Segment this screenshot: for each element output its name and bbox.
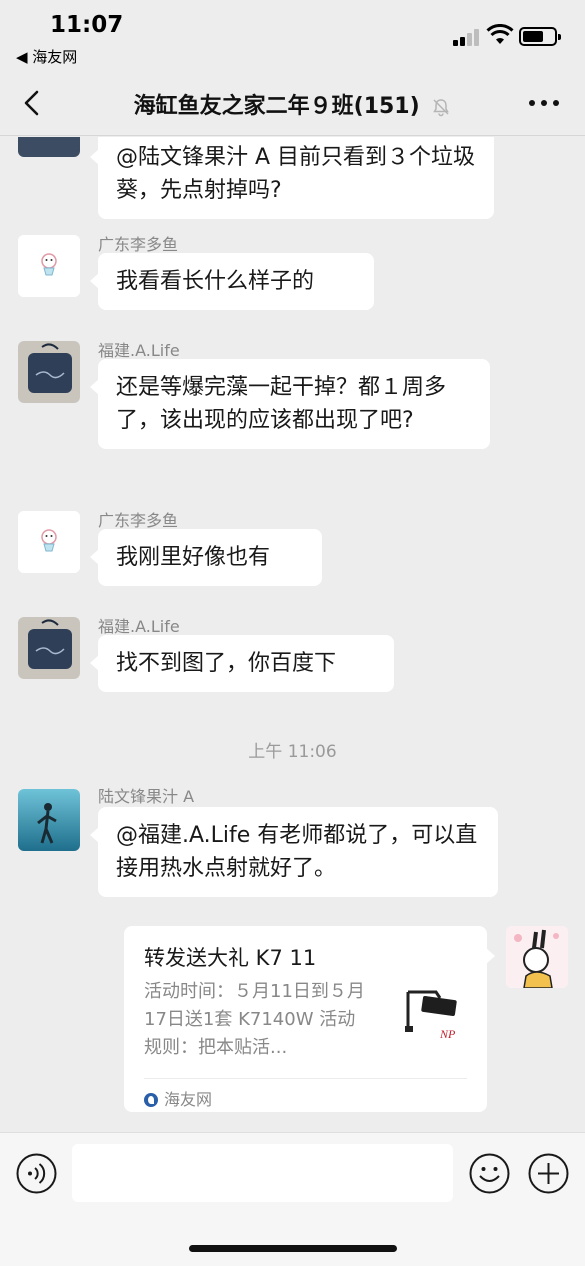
card-source: 海友网 [144,1086,212,1110]
wifi-icon [486,24,514,44]
more-dots-icon[interactable] [529,100,559,108]
diver-photo-avatar-icon [18,789,80,851]
battery-icon [519,27,561,46]
avatar-luwenfeng[interactable] [18,789,80,851]
message-timestamp: 上午 11:06 [248,742,337,762]
cartoon-bunny-avatar-icon [506,926,568,988]
card-source-label: 海友网 [164,1090,213,1109]
chat-header: 海缸鱼友之家二年９班(151) [0,70,585,136]
cartoon-avatar-icon [18,511,80,573]
message-bubble[interactable]: 我刚里好像也有 [90,529,322,586]
avatar-fujian[interactable] [18,137,80,157]
home-indicator[interactable] [189,1245,397,1252]
message-bubble[interactable]: 找不到图了，你百度下 [90,635,394,692]
haiyou-logo-icon [144,1093,158,1107]
shared-link-card[interactable]: 转发送大礼 K7 11 活动时间：５月11日到５月17日送1套 K7140W 活… [124,926,495,1112]
emoji-icon[interactable] [469,1153,510,1194]
sender-name: 广东李多鱼 [98,511,179,530]
chat-title: 海缸鱼友之家二年９班(151) [0,88,585,120]
avatar-fujian[interactable] [18,341,80,403]
status-time: 11:07 [50,12,124,38]
avatar-self[interactable] [506,926,568,988]
svg-text:NP: NP [439,1027,456,1041]
voice-input-icon[interactable] [16,1153,57,1194]
cellular-signal-icon [453,28,481,46]
message-bubble[interactable]: @陆文锋果汁 A 目前只看到３个垃圾葵，先点射掉吗? [90,137,494,219]
message-bubble[interactable]: 还是等爆完藻一起干掉？都１周多了，该出现的应该都出现了吧? [90,359,490,449]
sender-name: 福建.A.Life [98,617,180,636]
cartoon-avatar-icon [18,235,80,297]
love-pillow-avatar-icon [18,617,80,679]
plus-icon[interactable] [528,1153,569,1194]
message-list[interactable]: @陆文锋果汁 A 目前只看到３个垃圾葵，先点射掉吗? 广东李多鱼 我看看长什么样… [0,137,585,1132]
card-divider [144,1078,467,1079]
back-to-app-link[interactable]: ◀ 海友网 [16,46,77,67]
aquarium-lamp-thumbnail-icon: NP [396,986,468,1058]
avatar-guangdong[interactable] [18,511,80,573]
sender-name: 陆文锋果汁 A [98,787,195,806]
card-description: 活动时间：５月11日到５月17日送1套 K7140W 活动规则：把本贴活... [144,981,365,1058]
bell-muted-icon [433,99,450,117]
message-input[interactable] [72,1144,453,1202]
avatar-fujian[interactable] [18,617,80,679]
card-title: 转发送大礼 K7 11 [144,946,317,970]
status-bar: 11:07 ◀ 海友网 [0,0,585,70]
sender-name: 福建.A.Life [98,341,180,360]
message-bubble[interactable]: @福建.A.Life 有老师都说了，可以直接用热水点射就好了。 [90,807,498,897]
love-pillow-avatar-icon [18,341,80,403]
sender-name: 广东李多鱼 [98,235,179,254]
message-bubble[interactable]: 我看看长什么样子的 [90,253,374,310]
chat-title-text: 海缸鱼友之家二年９班(151) [133,94,420,119]
avatar-guangdong[interactable] [18,235,80,297]
